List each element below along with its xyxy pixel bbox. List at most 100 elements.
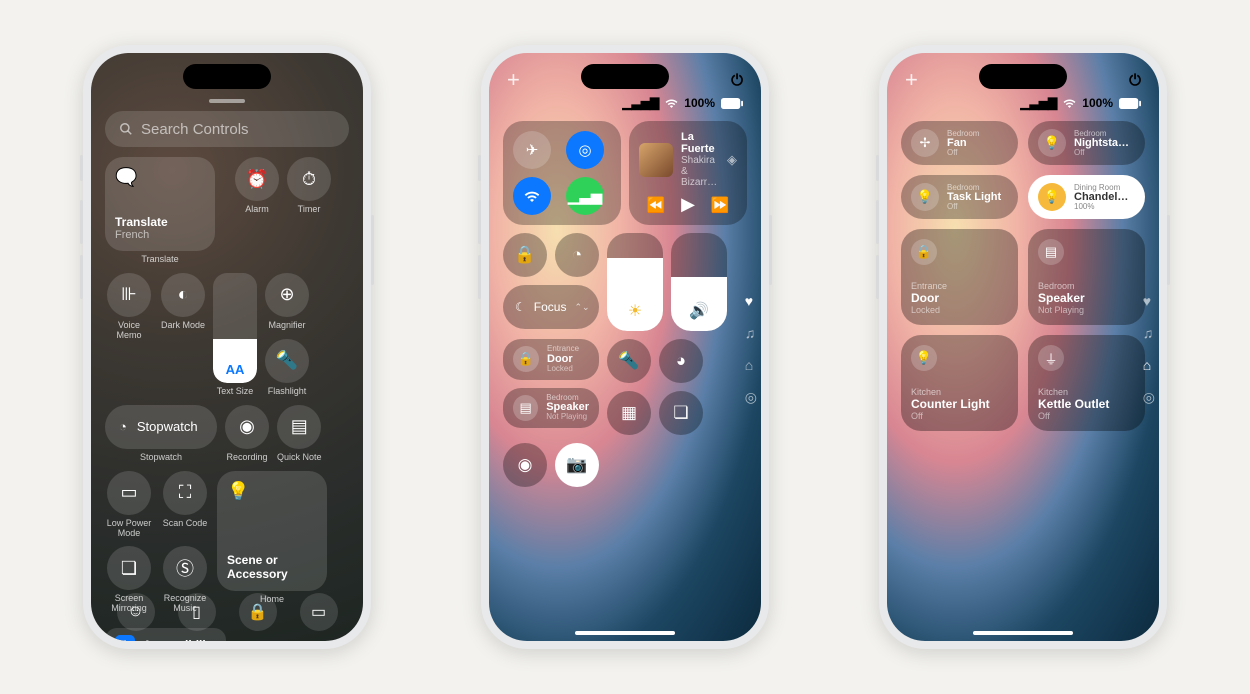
bulb-icon: 💡: [1038, 129, 1066, 157]
toolbar-lock-icon[interactable]: 🔒: [239, 593, 277, 631]
orientation-lock-button[interactable]: 🔒: [503, 233, 547, 277]
voice-memo-icon: ⊪: [121, 284, 137, 305]
dark-mode-button[interactable]: ◐: [161, 273, 205, 317]
forward-button[interactable]: ⏩: [711, 196, 730, 214]
home-indicator[interactable]: [575, 631, 675, 635]
stopwatch-tile[interactable]: ◔Stopwatch: [105, 405, 217, 449]
chand-name: Chandel…: [1074, 192, 1128, 203]
brightness-slider[interactable]: ☀︎: [607, 233, 663, 331]
connectivity-page-icon[interactable]: ◎: [1143, 389, 1155, 406]
airdrop-button[interactable]: ◎: [566, 131, 604, 169]
grabber-handle[interactable]: [209, 99, 245, 103]
timer-button[interactable]: ⏱: [287, 157, 331, 201]
bulb-icon: 💡: [227, 481, 317, 502]
home-tile[interactable]: 💡 Scene or Accessory: [217, 471, 327, 591]
fan-icon: ✢: [911, 129, 939, 157]
rewind-button[interactable]: ⏪: [647, 196, 666, 214]
album-art: [639, 143, 673, 177]
fan-tile[interactable]: ✢BedroomFanOff: [901, 121, 1018, 165]
counter-light-tile[interactable]: 💡KitchenCounter LightOff: [901, 335, 1018, 431]
lock-icon: 🔒: [911, 239, 937, 265]
status-row: ▁▃▅▇ 100%: [1020, 96, 1141, 110]
quick-note-caption: Quick Note: [277, 453, 322, 463]
page-indicators[interactable]: ♥ ♫ ⌂ ◎: [1143, 293, 1155, 406]
power-icon[interactable]: ⏻: [1129, 72, 1141, 89]
camera-button[interactable]: 📷: [555, 443, 599, 487]
recording-button[interactable]: ◉: [225, 405, 269, 449]
task-light-tile[interactable]: 💡BedroomTask LightOff: [901, 175, 1018, 219]
page-indicators[interactable]: ♥ ♫ ⌂ ◎: [745, 293, 757, 406]
recognize-music-button[interactable]: Ⓢ: [163, 546, 207, 590]
toolbar-wallet-icon[interactable]: ▭: [300, 593, 338, 631]
quick-note-icon: ▤: [291, 416, 308, 437]
chevron-icon: ⌃⌄: [574, 302, 589, 313]
screen-mirroring-button-cc[interactable]: ❏: [659, 391, 703, 435]
favorites-page-icon[interactable]: ♥: [1143, 293, 1155, 309]
counter-state: Off: [911, 411, 1008, 421]
phone-3: + ⏻ ▁▃▅▇ 100% ✢BedroomFanOff 💡BedroomNig…: [879, 45, 1167, 649]
magnifier-button[interactable]: ⊕: [265, 273, 309, 317]
music-page-icon[interactable]: ♫: [745, 325, 757, 341]
door-state: Locked: [911, 305, 1008, 315]
connectivity-page-icon[interactable]: ◎: [745, 389, 757, 406]
door-tile[interactable]: 🔒EntranceDoorLocked: [901, 229, 1018, 325]
nightstand-tile[interactable]: 💡BedroomNightsta…Off: [1028, 121, 1145, 165]
toolbar-accessibility-icon[interactable]: ☺︎: [117, 593, 155, 631]
play-button[interactable]: ▶: [681, 194, 695, 215]
stopwatch-icon: ◔: [119, 419, 127, 434]
dark-mode-caption: Dark Mode: [161, 321, 205, 331]
alarm-button[interactable]: ⏰: [235, 157, 279, 201]
text-size-glyph: AA: [226, 362, 245, 377]
door-name: Door: [911, 291, 1008, 305]
kettle-state: Off: [1038, 411, 1135, 421]
focus-button[interactable]: ☾Focus⌃⌄: [503, 285, 599, 329]
add-control-button[interactable]: +: [507, 67, 520, 93]
scan-code-button[interactable]: ⛶: [163, 471, 207, 515]
translate-caption: Translate: [141, 255, 178, 265]
screen-distance-button[interactable]: ◔: [555, 233, 599, 277]
battery-pct: 100%: [684, 96, 715, 110]
toolbar-remote-icon[interactable]: ▯: [178, 593, 216, 631]
door-tile[interactable]: 🔒 EntranceDoorLocked: [503, 339, 599, 379]
timer-button-cc[interactable]: ◕: [659, 339, 703, 383]
calculator-button[interactable]: ▦: [607, 391, 651, 435]
low-power-button[interactable]: ▭: [107, 471, 151, 515]
cellular-button[interactable]: ▁▃▅: [566, 177, 604, 215]
flashlight-icon: 🔦: [276, 350, 298, 371]
power-icon[interactable]: ⏻: [731, 72, 743, 89]
home-page-icon[interactable]: ⌂: [1143, 357, 1155, 373]
bulb-icon: 💡: [1038, 183, 1066, 211]
text-size-slider[interactable]: AA: [213, 273, 257, 383]
volume-slider[interactable]: 🔊: [671, 233, 727, 331]
magnifier-caption: Magnifier: [269, 321, 306, 331]
add-control-button[interactable]: +: [905, 67, 918, 93]
search-controls-field[interactable]: Search Controls: [105, 111, 349, 147]
music-page-icon[interactable]: ♫: [1143, 325, 1155, 341]
airplay-icon[interactable]: ◈: [727, 152, 737, 168]
now-playing-tile[interactable]: La Fuerte Shakira & Bizarr… ◈ ⏪ ▶ ⏩: [629, 121, 747, 225]
screen-record-button[interactable]: ◉: [503, 443, 547, 487]
wifi-button[interactable]: [513, 177, 551, 215]
quick-note-button[interactable]: ▤: [277, 405, 321, 449]
voice-memo-button[interactable]: ⊪: [107, 273, 151, 317]
scan-code-caption: Scan Code: [163, 519, 208, 529]
translate-title: Translate: [115, 215, 205, 229]
timer-caption: Timer: [298, 205, 321, 215]
flashlight-button[interactable]: 🔦: [265, 339, 309, 383]
translate-tile[interactable]: 🗨️ Translate French: [105, 157, 215, 251]
kettle-outlet-tile[interactable]: ⏚KitchenKettle OutletOff: [1028, 335, 1145, 431]
speaker-tile[interactable]: ▤BedroomSpeakerNot Playing: [1028, 229, 1145, 325]
home-indicator[interactable]: [973, 631, 1073, 635]
accessibility-label: Accessibility: [143, 638, 216, 641]
accessibility-icon: ✳︎: [115, 635, 135, 641]
screen-mirroring-button[interactable]: ❏: [107, 546, 151, 590]
track-artist: Shakira & Bizarr…: [681, 155, 719, 188]
flashlight-button[interactable]: 🔦: [607, 339, 651, 383]
home-page-icon[interactable]: ⌂: [745, 357, 757, 373]
favorites-page-icon[interactable]: ♥: [745, 293, 757, 309]
track-title: La Fuerte: [681, 131, 719, 155]
chandelier-tile[interactable]: 💡Dining RoomChandel…100%: [1028, 175, 1145, 219]
airplane-button[interactable]: ✈︎: [513, 131, 551, 169]
speaker-tile[interactable]: ▤ BedroomSpeakerNot Playing: [503, 388, 599, 428]
chand-state: 100%: [1074, 203, 1128, 211]
